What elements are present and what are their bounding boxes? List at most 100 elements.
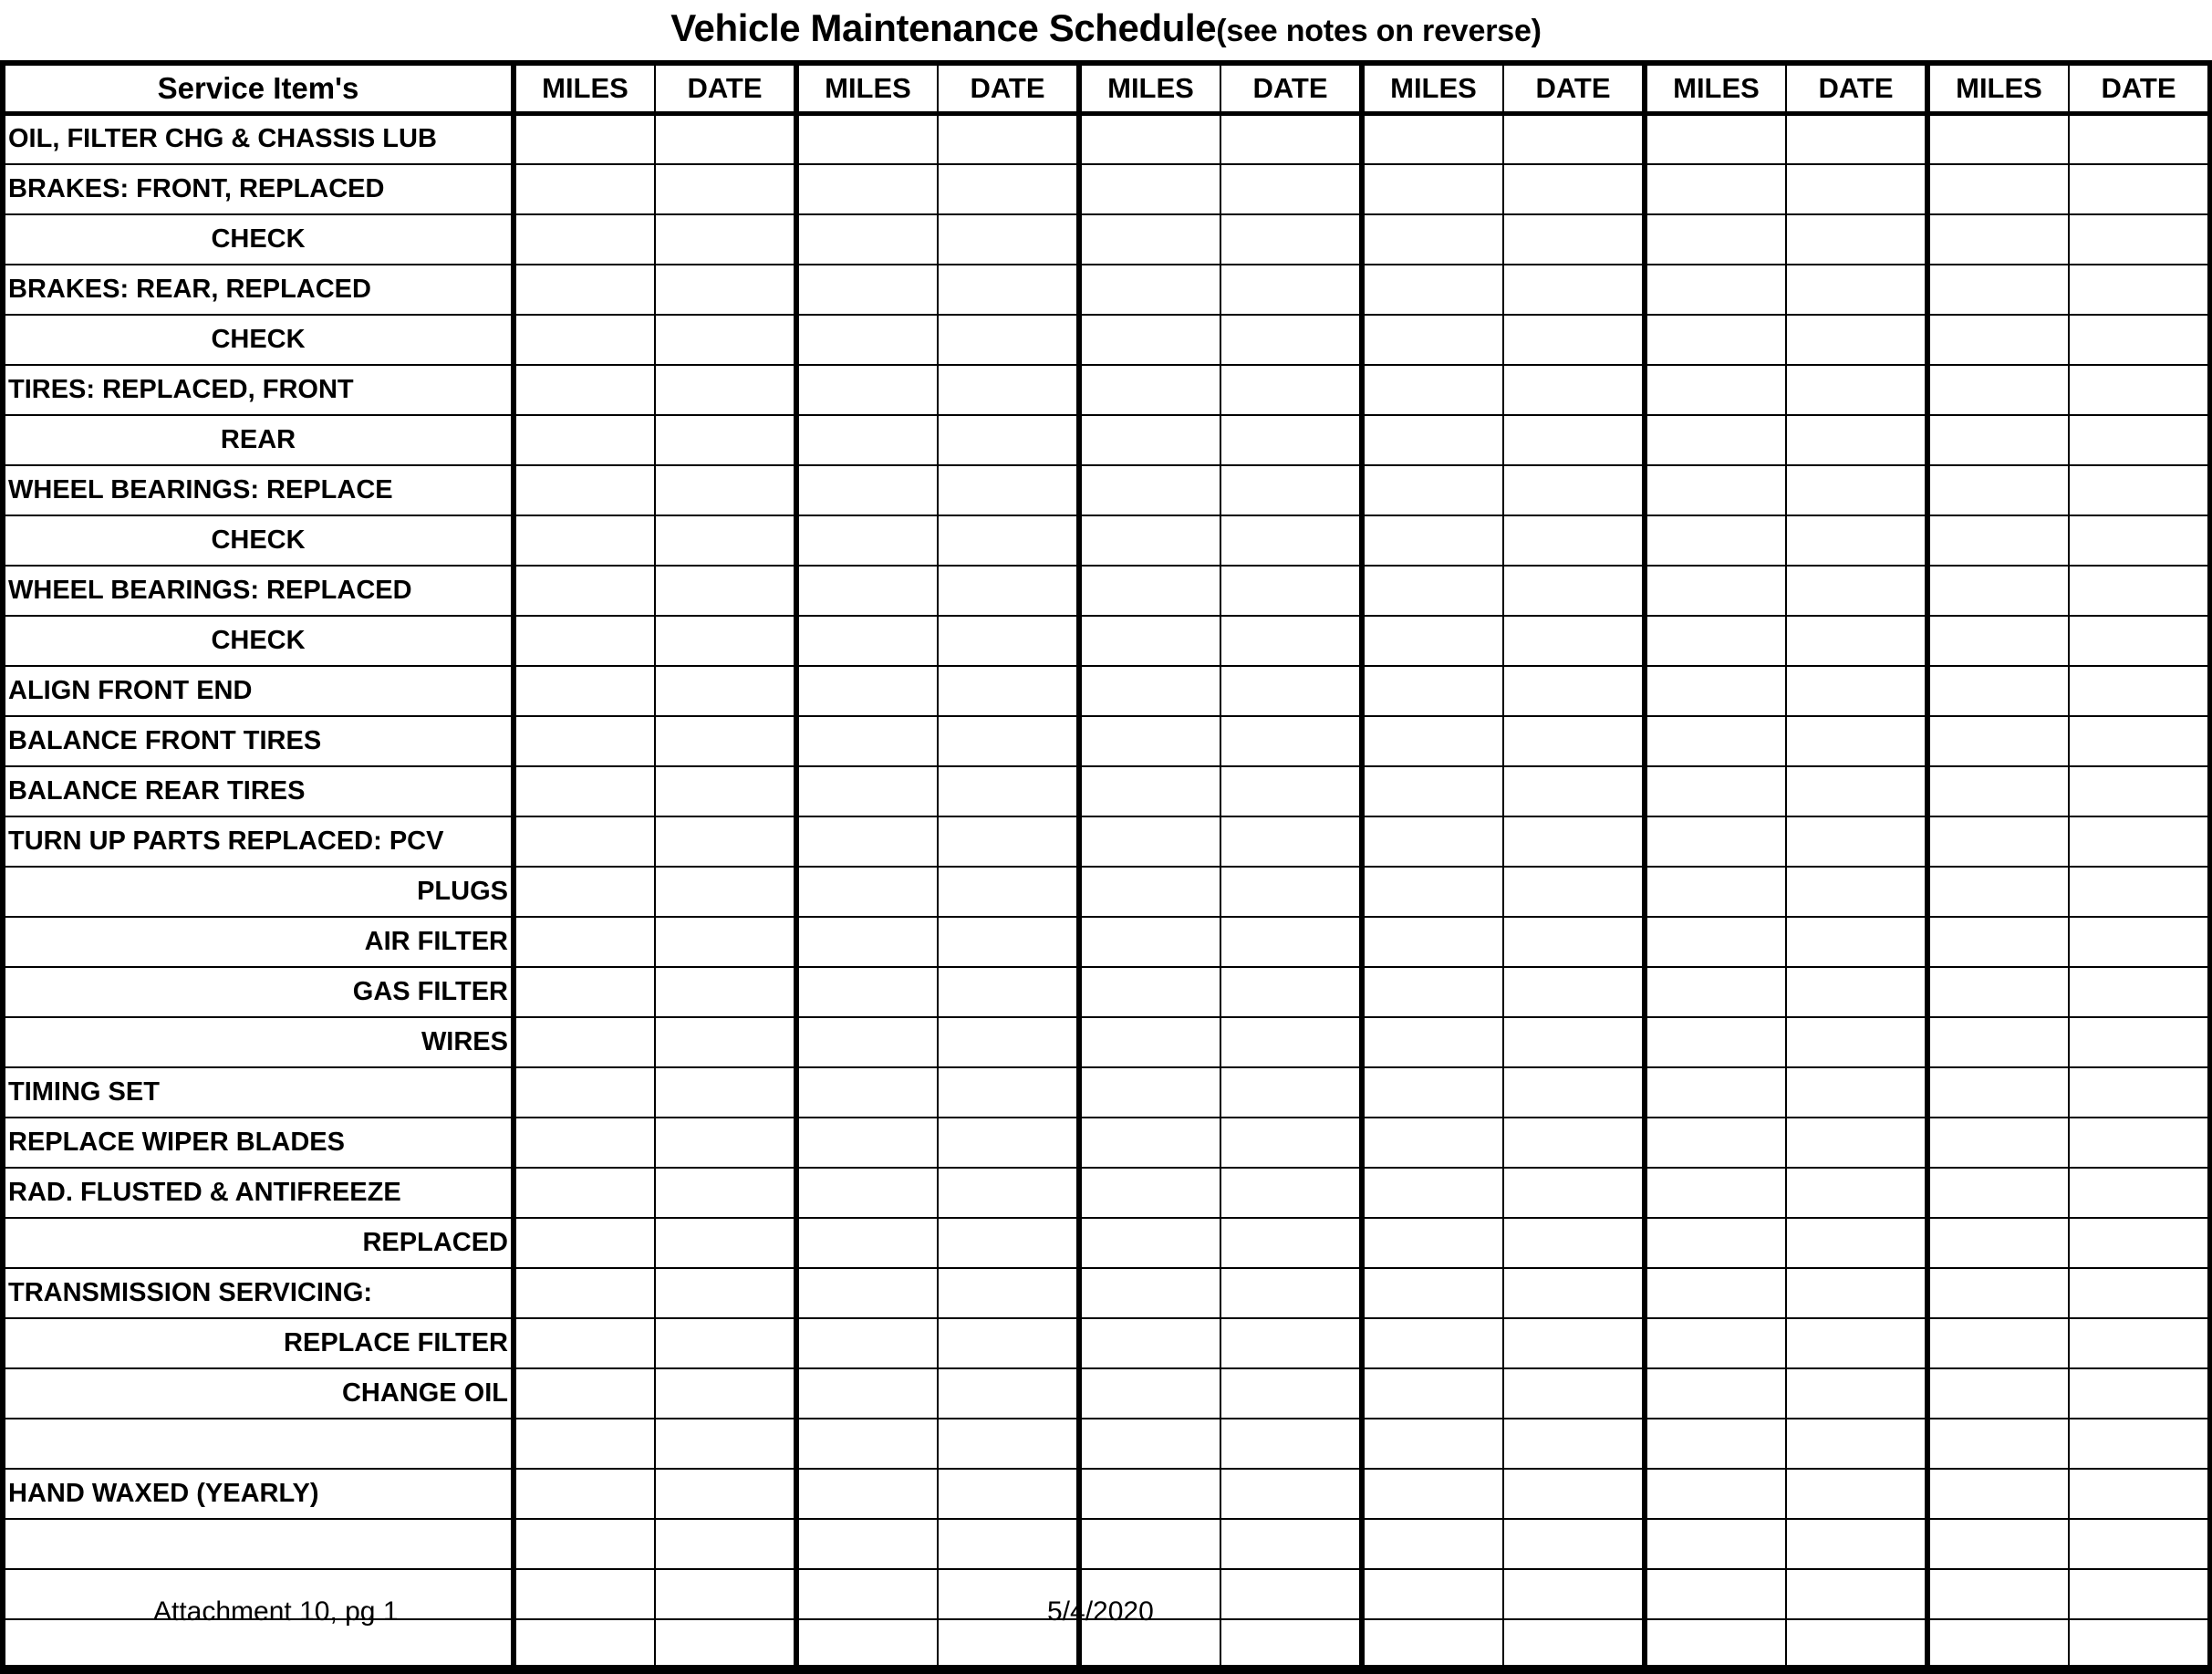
miles-entry-cell[interactable]: [511, 1417, 656, 1470]
miles-entry-cell[interactable]: [1076, 664, 1221, 717]
date-entry-cell[interactable]: [654, 965, 797, 1018]
miles-entry-cell[interactable]: [1642, 1015, 1787, 1068]
miles-entry-cell[interactable]: [511, 915, 656, 968]
date-entry-cell[interactable]: [1785, 313, 1928, 366]
miles-entry-cell[interactable]: [1359, 1316, 1504, 1369]
date-entry-cell[interactable]: [1502, 1015, 1646, 1068]
miles-entry-cell[interactable]: [1925, 965, 2070, 1018]
miles-entry-cell[interactable]: [794, 1116, 939, 1169]
miles-entry-cell[interactable]: [1076, 313, 1221, 366]
miles-entry-cell[interactable]: [1359, 463, 1504, 516]
miles-entry-cell[interactable]: [1359, 764, 1504, 817]
date-entry-cell[interactable]: [2068, 213, 2212, 265]
date-entry-cell[interactable]: [1502, 463, 1646, 516]
miles-entry-cell[interactable]: [794, 564, 939, 617]
date-entry-cell[interactable]: [2068, 1417, 2212, 1470]
date-entry-cell[interactable]: [1502, 413, 1646, 466]
miles-entry-cell[interactable]: [1359, 363, 1504, 416]
miles-entry-cell[interactable]: [1076, 162, 1221, 215]
miles-entry-cell[interactable]: [1076, 1266, 1221, 1319]
date-entry-cell[interactable]: [654, 313, 797, 366]
miles-entry-cell[interactable]: [1359, 714, 1504, 767]
miles-entry-cell[interactable]: [1642, 1316, 1787, 1369]
miles-entry-cell[interactable]: [794, 1316, 939, 1369]
date-entry-cell[interactable]: [2068, 1266, 2212, 1319]
date-entry-cell[interactable]: [2068, 1216, 2212, 1269]
miles-entry-cell[interactable]: [794, 313, 939, 366]
miles-entry-cell[interactable]: [1076, 915, 1221, 968]
miles-entry-cell[interactable]: [1076, 1166, 1221, 1219]
date-entry-cell[interactable]: [654, 1517, 797, 1570]
date-entry-cell[interactable]: [1502, 1367, 1646, 1419]
miles-entry-cell[interactable]: [1076, 263, 1221, 316]
date-entry-cell[interactable]: [1502, 1316, 1646, 1369]
miles-entry-cell[interactable]: [794, 162, 939, 215]
date-entry-cell[interactable]: [1502, 1266, 1646, 1319]
miles-entry-cell[interactable]: [1076, 1517, 1221, 1570]
miles-entry-cell[interactable]: [794, 1517, 939, 1570]
date-entry-cell[interactable]: [1220, 664, 1363, 717]
date-entry-cell[interactable]: [1220, 1316, 1363, 1369]
miles-entry-cell[interactable]: [794, 915, 939, 968]
miles-entry-cell[interactable]: [1359, 664, 1504, 717]
miles-entry-cell[interactable]: [1642, 162, 1787, 215]
date-entry-cell[interactable]: [654, 514, 797, 567]
miles-entry-cell[interactable]: [1642, 764, 1787, 817]
date-entry-cell[interactable]: [1220, 514, 1363, 567]
miles-entry-cell[interactable]: [1925, 514, 2070, 567]
miles-entry-cell[interactable]: [1925, 1015, 2070, 1068]
date-entry-cell[interactable]: [2068, 263, 2212, 316]
date-entry-cell[interactable]: [654, 1417, 797, 1470]
date-entry-cell[interactable]: [1220, 865, 1363, 918]
miles-entry-cell[interactable]: [1642, 263, 1787, 316]
date-entry-cell[interactable]: [937, 564, 1080, 617]
miles-entry-cell[interactable]: [1925, 664, 2070, 717]
miles-entry-cell[interactable]: [511, 162, 656, 215]
miles-entry-cell[interactable]: [1642, 664, 1787, 717]
miles-entry-cell[interactable]: [794, 664, 939, 717]
miles-entry-cell[interactable]: [1076, 1467, 1221, 1520]
date-entry-cell[interactable]: [2068, 463, 2212, 516]
date-entry-cell[interactable]: [1502, 1467, 1646, 1520]
miles-entry-cell[interactable]: [1076, 965, 1221, 1018]
miles-entry-cell[interactable]: [511, 413, 656, 466]
date-entry-cell[interactable]: [1785, 112, 1928, 165]
date-entry-cell[interactable]: [1785, 1116, 1928, 1169]
date-entry-cell[interactable]: [654, 815, 797, 868]
miles-entry-cell[interactable]: [1359, 965, 1504, 1018]
miles-entry-cell[interactable]: [1642, 915, 1787, 968]
miles-entry-cell[interactable]: [1359, 1216, 1504, 1269]
miles-entry-cell[interactable]: [794, 1467, 939, 1520]
date-entry-cell[interactable]: [1785, 1367, 1928, 1419]
miles-entry-cell[interactable]: [1925, 1517, 2070, 1570]
date-entry-cell[interactable]: [1220, 313, 1363, 366]
miles-entry-cell[interactable]: [511, 815, 656, 868]
miles-entry-cell[interactable]: [1359, 1116, 1504, 1169]
date-entry-cell[interactable]: [937, 1417, 1080, 1470]
miles-entry-cell[interactable]: [1642, 1066, 1787, 1118]
date-entry-cell[interactable]: [1502, 815, 1646, 868]
date-entry-cell[interactable]: [1502, 1216, 1646, 1269]
date-entry-cell[interactable]: [654, 1367, 797, 1419]
miles-entry-cell[interactable]: [511, 514, 656, 567]
date-entry-cell[interactable]: [1220, 112, 1363, 165]
date-entry-cell[interactable]: [1220, 213, 1363, 265]
date-entry-cell[interactable]: [937, 363, 1080, 416]
date-entry-cell[interactable]: [937, 413, 1080, 466]
date-entry-cell[interactable]: [1785, 1266, 1928, 1319]
miles-entry-cell[interactable]: [794, 1066, 939, 1118]
date-entry-cell[interactable]: [2068, 915, 2212, 968]
miles-entry-cell[interactable]: [1076, 1116, 1221, 1169]
date-entry-cell[interactable]: [1785, 714, 1928, 767]
date-entry-cell[interactable]: [1502, 162, 1646, 215]
miles-entry-cell[interactable]: [1642, 1517, 1787, 1570]
date-entry-cell[interactable]: [1502, 915, 1646, 968]
date-entry-cell[interactable]: [937, 1116, 1080, 1169]
date-entry-cell[interactable]: [654, 714, 797, 767]
date-entry-cell[interactable]: [937, 263, 1080, 316]
miles-entry-cell[interactable]: [1076, 1367, 1221, 1419]
miles-entry-cell[interactable]: [1642, 614, 1787, 667]
miles-entry-cell[interactable]: [1642, 1116, 1787, 1169]
date-entry-cell[interactable]: [1785, 664, 1928, 717]
date-entry-cell[interactable]: [1502, 313, 1646, 366]
